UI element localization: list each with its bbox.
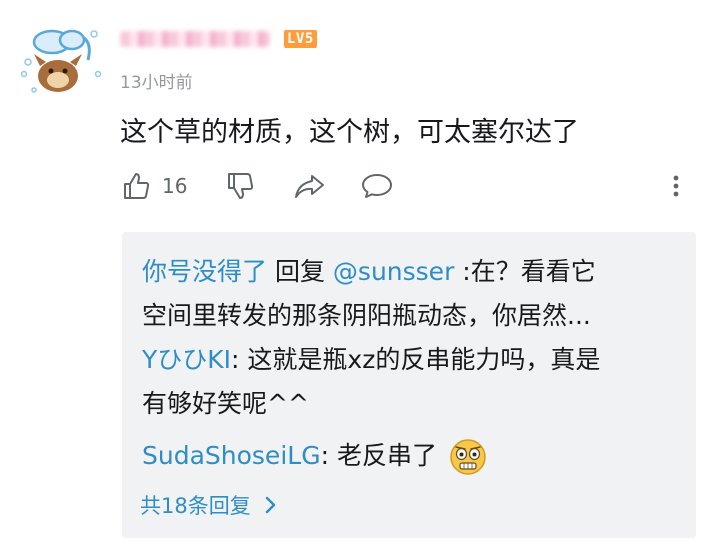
reply-username[interactable]: SudaShoseiLG [142, 441, 321, 470]
replies-preview[interactable]: 你号没得了 回复 @sunsser :在？看看它 空间里转发的那条阴阳瓶动态，你… [122, 232, 696, 538]
like-count: 16 [162, 174, 188, 198]
comment-bubble-icon [362, 174, 392, 198]
thumbs-down-icon [228, 173, 254, 199]
username-redacted [120, 31, 270, 47]
reply-to-label: 回复 [267, 257, 333, 286]
view-all-replies-label: 共18条回复 [140, 494, 251, 518]
reply-item: YひひKI: 这就是瓶xz的反串能力吗，真是 [142, 340, 600, 376]
reply-username[interactable]: YひひKI [142, 345, 231, 374]
shocked-face-emoji-icon [450, 439, 486, 475]
avatar[interactable] [14, 14, 104, 104]
reply-item: SudaShoseiLG: 老反串了 [142, 436, 487, 476]
reply-text: : 这就是瓶xz的反串能力吗，真是 [231, 345, 601, 374]
more-options-button[interactable] [664, 166, 688, 206]
timestamp: 13小时前 [120, 73, 193, 93]
more-vertical-icon [673, 175, 679, 197]
reply-item: 你号没得了 回复 @sunsser :在？看看它 [142, 252, 596, 288]
reply-text: 空间里转发的那条阴阳瓶动态，你居然... [142, 301, 591, 330]
comment-action-bar: 16 [120, 166, 700, 206]
reply-item-continued: 有够好笑呢^^ [142, 384, 309, 420]
level-badge: LV5 [284, 30, 317, 48]
username[interactable] [120, 26, 270, 52]
view-all-replies-link[interactable]: 共18条回复 [140, 490, 281, 520]
reply-item-continued: 空间里转发的那条阴阳瓶动态，你居然... [142, 296, 591, 332]
share-icon [295, 175, 324, 198]
dislike-button[interactable] [224, 166, 256, 206]
reply-text: :在？看看它 [454, 257, 596, 286]
like-button[interactable]: 16 [120, 166, 187, 206]
reply-text: : 老反串了 [320, 441, 437, 470]
reply-button[interactable] [360, 166, 394, 206]
reply-username[interactable]: 你号没得了 [142, 257, 267, 286]
share-button[interactable] [292, 166, 326, 206]
mention-link[interactable]: @sunsser [333, 257, 454, 286]
chevron-right-icon [265, 496, 275, 514]
thumbs-up-icon [124, 173, 150, 199]
comment-text: 这个草的材质，这个树，可太塞尔达了 [120, 117, 579, 148]
reply-text: 有够好笑呢^^ [142, 389, 309, 418]
